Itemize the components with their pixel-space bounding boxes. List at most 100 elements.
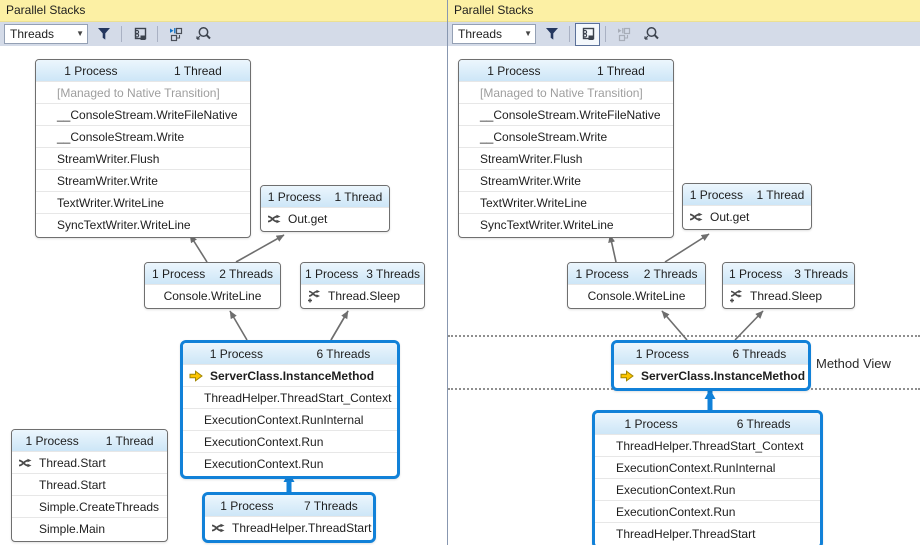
frame-label: ExecutionContext.Run — [204, 434, 324, 449]
stack-frame[interactable]: Simple.CreateThreads — [12, 495, 167, 517]
frame-label: ExecutionContext.RunInternal — [616, 460, 776, 475]
frame-label: ExecutionContext.Run — [204, 456, 324, 471]
process-count: 1 Process — [635, 346, 690, 361]
stack-frame[interactable]: ExecutionContext.Run — [595, 500, 820, 522]
parallel-stacks-panel-right: Parallel Stacks Threads ▼ Method View 1 … — [448, 0, 920, 545]
filter-funnel-icon — [545, 28, 558, 40]
stack-box-header: 1 Process 3 Threads — [723, 263, 854, 284]
process-count: 1 Process — [624, 416, 678, 431]
stack-box-out-get[interactable]: 1 Process 1 Thread Out.get — [260, 185, 390, 232]
stack-box-threadstart[interactable]: 1 Process 7 Threads ThreadHelper.ThreadS… — [202, 492, 376, 543]
stack-box-output[interactable]: 1 Process 1 Thread [Managed to Native Tr… — [35, 59, 251, 238]
stack-frame[interactable]: Thread.Start — [12, 451, 167, 473]
stack-box-header: 1 Process 6 Threads — [595, 413, 820, 434]
frame-label: ThreadHelper.ThreadStart — [232, 520, 372, 535]
stack-frame[interactable]: __ConsoleStream.Write — [459, 125, 673, 147]
frame-label: TextWriter.WriteLine — [57, 195, 164, 210]
filter-threads-button[interactable] — [539, 23, 564, 46]
stack-frame[interactable]: [Managed to Native Transition] — [36, 81, 250, 103]
stack-frame[interactable]: ExecutionContext.RunInternal — [183, 408, 397, 430]
stack-box-thread-sleep[interactable]: 1 Process 3 Threads Thread.Sleep — [300, 262, 425, 309]
stack-frame[interactable]: __ConsoleStream.WriteFileNative — [459, 103, 673, 125]
thread-count: 2 Threads — [219, 266, 274, 281]
threads-view-select[interactable]: Threads ▼ — [4, 24, 88, 44]
stack-box-console-writeline[interactable]: 1 Process 2 Threads Console.WriteLine — [144, 262, 281, 309]
zoom-magnifier-icon — [196, 27, 211, 40]
frame-label: __ConsoleStream.Write — [480, 129, 608, 144]
stack-frame-current[interactable]: ServerClass.InstanceMethod — [614, 364, 808, 386]
stack-frame[interactable]: Console.WriteLine — [568, 284, 705, 306]
stack-frame[interactable]: ThreadHelper.ThreadStart — [595, 522, 820, 544]
stack-frame[interactable]: Simple.Main — [12, 517, 167, 539]
autoscroll-current-frame-button-disabled — [611, 23, 636, 46]
stack-frame-current[interactable]: ServerClass.InstanceMethod — [183, 364, 397, 386]
threads-view-label: Threads — [458, 27, 503, 41]
stack-frame[interactable]: Out.get — [261, 207, 389, 229]
stack-box-header: 1 Process 7 Threads — [205, 495, 373, 516]
stack-frame[interactable]: SyncTextWriter.WriteLine — [36, 213, 250, 235]
frame-label: ExecutionContext.RunInternal — [204, 412, 364, 427]
stack-box-console-writeline[interactable]: 1 Process 2 Threads Console.WriteLine — [567, 262, 706, 309]
stack-frame[interactable]: __ConsoleStream.Write — [36, 125, 250, 147]
frame-label: StreamWriter.Flush — [480, 151, 583, 166]
stack-frame[interactable]: Thread.Start — [12, 473, 167, 495]
frame-label: ExecutionContext.Run — [616, 482, 736, 497]
stacks-canvas: 1 Process 1 Thread [Managed to Native Tr… — [0, 46, 447, 545]
filter-threads-button[interactable] — [91, 23, 116, 46]
stack-frame[interactable]: StreamWriter.Write — [459, 169, 673, 191]
toolbar: Threads ▼ — [0, 22, 447, 46]
stack-frame[interactable]: ThreadHelper.ThreadStart_Context — [183, 386, 397, 408]
stack-box-main[interactable]: 1 Process 1 Thread Thread.Start Thread.S… — [11, 429, 168, 542]
thread-count: 1 Thread — [596, 63, 645, 78]
thread-count: 6 Threads — [736, 416, 791, 431]
autoscroll-current-frame-button[interactable] — [163, 23, 188, 46]
frame-label: SyncTextWriter.WriteLine — [57, 217, 191, 232]
stack-frame[interactable]: ExecutionContext.Run — [183, 452, 397, 474]
stack-frame[interactable]: SyncTextWriter.WriteLine — [459, 213, 673, 235]
stack-frame[interactable]: __ConsoleStream.WriteFileNative — [36, 103, 250, 125]
stack-frame[interactable]: ThreadHelper.ThreadStart_Context — [595, 434, 820, 456]
stack-frame[interactable]: StreamWriter.Write — [36, 169, 250, 191]
stack-frame[interactable]: Thread.Sleep — [723, 284, 854, 306]
stack-box-output[interactable]: 1 Process 1 Thread [Managed to Native Tr… — [458, 59, 674, 238]
threads-view-select[interactable]: Threads ▼ — [452, 24, 536, 44]
stack-frame[interactable]: ExecutionContext.Run — [183, 430, 397, 452]
stack-box-out-get[interactable]: 1 Process 1 Thread Out.get — [682, 183, 812, 230]
stack-box-method-serverclass[interactable]: 1 Process 6 Threads ServerClass.Instance… — [611, 340, 811, 391]
zigzag-threads-icon — [267, 213, 282, 225]
frame-label: Console.WriteLine — [163, 288, 262, 303]
stack-frame[interactable]: TextWriter.WriteLine — [459, 191, 673, 213]
method-view-toggle-button[interactable] — [127, 23, 152, 46]
zoom-control-toggle-button[interactable] — [639, 23, 664, 46]
process-count: 1 Process — [304, 266, 359, 281]
stack-frame[interactable]: ThreadHelper.ThreadStart — [205, 516, 373, 538]
process-count: 1 Process — [220, 498, 274, 513]
stack-box-callers[interactable]: 1 Process 6 Threads ThreadHelper.ThreadS… — [592, 410, 823, 545]
stack-frame[interactable]: TextWriter.WriteLine — [36, 191, 250, 213]
toolbar-separator — [121, 26, 122, 42]
chevron-down-icon: ▼ — [524, 29, 532, 38]
zoom-control-toggle-button[interactable] — [191, 23, 216, 46]
stack-frame[interactable]: ExecutionContext.Run — [595, 478, 820, 500]
stack-box-thread-sleep[interactable]: 1 Process 3 Threads Thread.Sleep — [722, 262, 855, 309]
thread-count: 6 Threads — [316, 346, 371, 361]
parallel-stacks-panel-left: Parallel Stacks Threads ▼ 1 Process 1 Th… — [0, 0, 447, 545]
toolbar: Threads ▼ — [448, 22, 920, 46]
stack-frame[interactable]: ExecutionContext.RunInternal — [595, 456, 820, 478]
stack-frame[interactable]: [Managed to Native Transition] — [459, 81, 673, 103]
frame-label: __ConsoleStream.WriteFileNative — [480, 107, 661, 122]
stack-frame[interactable]: StreamWriter.Flush — [459, 147, 673, 169]
frame-label: SyncTextWriter.WriteLine — [480, 217, 614, 232]
frame-label: StreamWriter.Write — [480, 173, 581, 188]
process-count: 1 Process — [575, 266, 629, 281]
stack-frame[interactable]: Thread.Sleep — [301, 284, 424, 306]
stack-frame[interactable]: StreamWriter.Flush — [36, 147, 250, 169]
frame-label: ThreadHelper.ThreadStart_Context — [616, 438, 804, 453]
frame-label: [Managed to Native Transition] — [57, 85, 220, 100]
frame-label: Out.get — [710, 209, 750, 224]
method-view-label: Method View — [816, 356, 891, 371]
stack-frame[interactable]: Console.WriteLine — [145, 284, 280, 306]
method-view-toggle-button[interactable] — [575, 22, 600, 46]
stack-box-serverclass[interactable]: 1 Process 6 Threads ServerClass.Instance… — [180, 340, 400, 479]
stack-frame[interactable]: Out.get — [683, 205, 811, 227]
